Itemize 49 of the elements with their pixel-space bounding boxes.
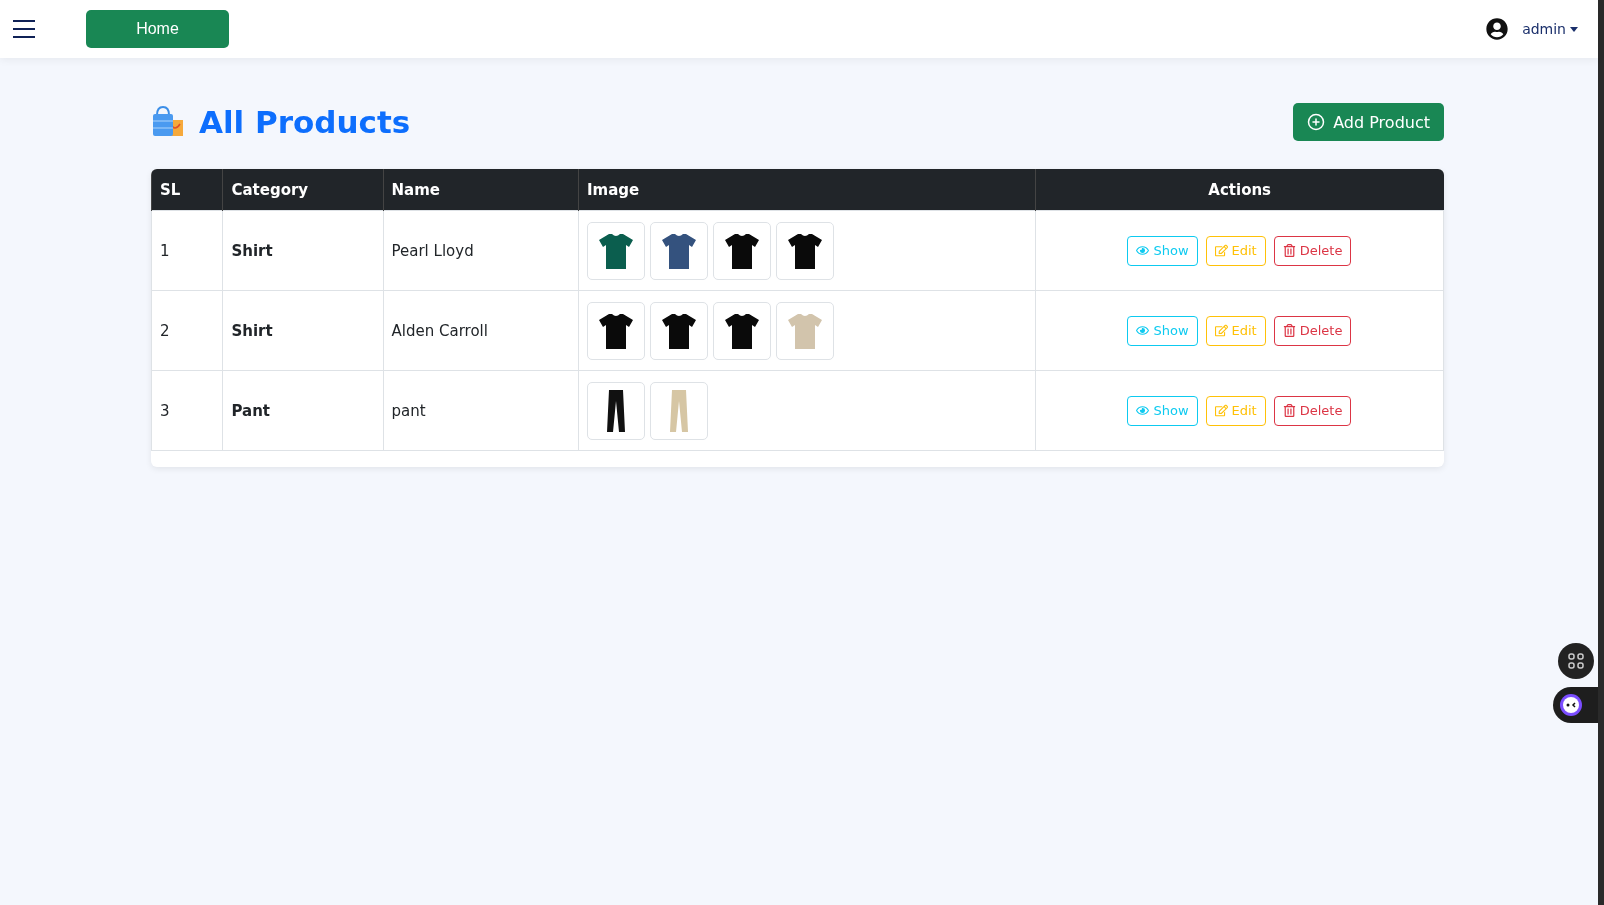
table-cell: Pant <box>222 370 383 451</box>
eye-icon <box>1136 244 1150 257</box>
trash-icon <box>1282 244 1296 257</box>
table-cell: 3 <box>151 370 223 451</box>
product-thumbnail[interactable] <box>587 221 645 280</box>
product-thumbnail[interactable] <box>713 301 771 360</box>
table-cell: Pearl Lloyd <box>383 210 579 291</box>
robot-face-icon <box>1559 693 1583 717</box>
grid-icon <box>1568 653 1584 669</box>
delete-button[interactable]: Delete <box>1273 315 1352 346</box>
product-thumbnail[interactable] <box>650 381 708 440</box>
page-title: All Products <box>199 104 411 140</box>
table-cell: Shirt <box>222 210 383 291</box>
product-thumbnail[interactable] <box>776 301 834 360</box>
grid-widget-button[interactable] <box>1558 643 1594 679</box>
delete-button[interactable]: Delete <box>1273 235 1352 266</box>
edit-icon <box>1214 324 1228 337</box>
table-cell: 1 <box>151 210 223 291</box>
chat-widget-button[interactable] <box>1553 687 1598 723</box>
edit-icon <box>1214 404 1228 417</box>
product-thumbnail[interactable] <box>650 301 708 360</box>
user-menu[interactable]: admin <box>1522 21 1578 37</box>
table-cell: 2 <box>151 290 223 371</box>
trash-icon <box>1282 324 1296 337</box>
user-avatar-icon <box>1486 18 1509 40</box>
column-header: SL <box>151 169 223 211</box>
table-cell: pant <box>383 370 579 451</box>
add-product-button[interactable]: Add Product <box>1293 103 1444 141</box>
column-header: Category <box>222 169 383 211</box>
column-header: Name <box>383 169 579 211</box>
caret-icon <box>1570 26 1578 32</box>
product-thumbnail[interactable] <box>587 301 645 360</box>
menu-icon[interactable] <box>12 19 36 39</box>
product-thumbnail[interactable] <box>650 221 708 280</box>
edit-icon <box>1214 244 1228 257</box>
product-thumbnail[interactable] <box>713 221 771 280</box>
table-cell: Alden Carroll <box>383 290 579 371</box>
table-cell: Shirt <box>222 290 383 371</box>
trash-icon <box>1282 404 1296 417</box>
column-header: Image <box>578 169 1036 211</box>
delete-button[interactable]: Delete <box>1273 395 1352 426</box>
shopping-bag-icon <box>151 106 185 138</box>
column-header: Actions <box>1035 169 1444 211</box>
home-button[interactable]: Home <box>86 10 229 48</box>
product-thumbnail[interactable] <box>776 221 834 280</box>
eye-icon <box>1136 324 1150 337</box>
eye-icon <box>1136 404 1150 417</box>
plus-circle-icon <box>1307 113 1326 131</box>
product-thumbnail[interactable] <box>587 381 645 440</box>
